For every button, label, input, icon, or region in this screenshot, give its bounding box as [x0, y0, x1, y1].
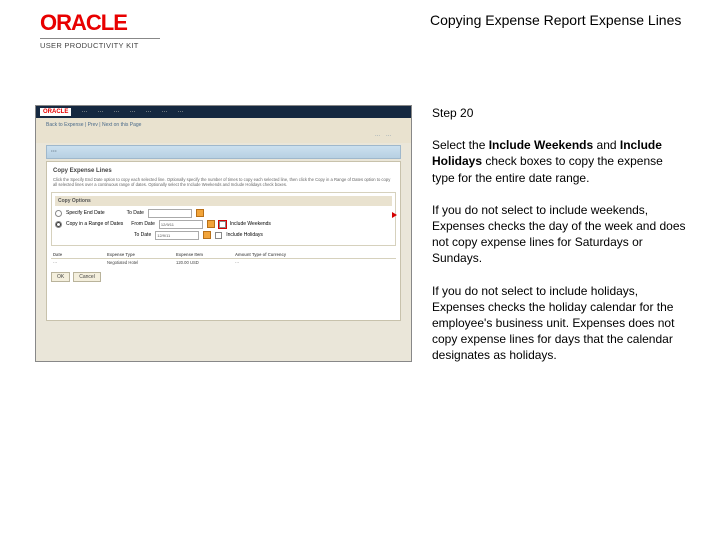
checkbox-include-weekends[interactable] — [219, 221, 226, 228]
col-item: Expense Item — [174, 251, 233, 258]
from-date-field[interactable]: 12/9/11 — [159, 220, 203, 229]
shot-link-row: ······ — [36, 132, 411, 143]
cancel-button[interactable]: Cancel — [73, 272, 101, 282]
continuation-arrow-icon — [392, 212, 397, 218]
page-title: Copying Expense Report Expense Lines — [430, 10, 681, 28]
checkbox-holidays-label: Include Holidays — [226, 232, 263, 238]
shot-brand: ORACLE — [40, 108, 71, 116]
to-date-label: To Date — [127, 210, 144, 216]
instruction-pane: Step 20 Select the Include Weekends and … — [432, 105, 687, 379]
radio-range-label: Copy in a Range of Dates — [66, 221, 123, 227]
cell-type: Negotiated Hotel — [105, 259, 174, 266]
calendar-icon[interactable] — [196, 209, 204, 217]
screenshot-thumbnail: ORACLE ····················· Back to Exp… — [35, 105, 412, 362]
cell-amount: ··· — [233, 259, 302, 266]
shot-tabs: ····················· — [81, 109, 183, 115]
shot-modal-desc: Click the Specify End Date option to cop… — [53, 177, 394, 188]
brand-logo: ORACLE USER PRODUCTIVITY KIT — [40, 10, 200, 50]
shot-modal-title: Copy Expense Lines — [53, 168, 396, 174]
col-type: Expense Type — [105, 251, 174, 258]
cell-date: ··· — [51, 259, 105, 266]
brand-name: ORACLE — [40, 10, 200, 36]
instruction-p1: Select the Include Weekends and Include … — [432, 137, 687, 186]
instruction-p2: If you do not select to include weekends… — [432, 202, 687, 267]
brand-subline: USER PRODUCTIVITY KIT — [40, 38, 160, 50]
calendar-icon[interactable] — [203, 231, 211, 239]
checkbox-include-holidays[interactable] — [215, 232, 222, 239]
col-amount: Amount Type of Currency — [233, 251, 302, 258]
col-date: Date — [51, 251, 105, 258]
checkbox-weekends-label: Include Weekends — [230, 221, 271, 227]
calendar-icon[interactable] — [207, 220, 215, 228]
to-date-field-1[interactable] — [148, 209, 192, 218]
shot-opts-title: Copy Options — [55, 196, 392, 206]
to-date-label-2: To Date — [134, 232, 151, 238]
radio-specify-end-date[interactable] — [55, 210, 62, 217]
radio-specify-label: Specify End Date — [66, 210, 105, 216]
shot-section-header: ··· — [46, 145, 401, 159]
ok-button[interactable]: OK — [51, 272, 70, 282]
to-date-field-2[interactable]: 12/9/11 — [155, 231, 199, 240]
radio-range-dates[interactable] — [55, 221, 62, 228]
from-date-label: From Date — [131, 221, 155, 227]
cell-item: 120.00 USD — [174, 259, 233, 266]
instruction-p3: If you do not select to include holidays… — [432, 283, 687, 364]
step-label: Step 20 — [432, 105, 687, 121]
shot-breadcrumb: Back to Expense | Prev | Next on this Pa… — [36, 118, 411, 132]
